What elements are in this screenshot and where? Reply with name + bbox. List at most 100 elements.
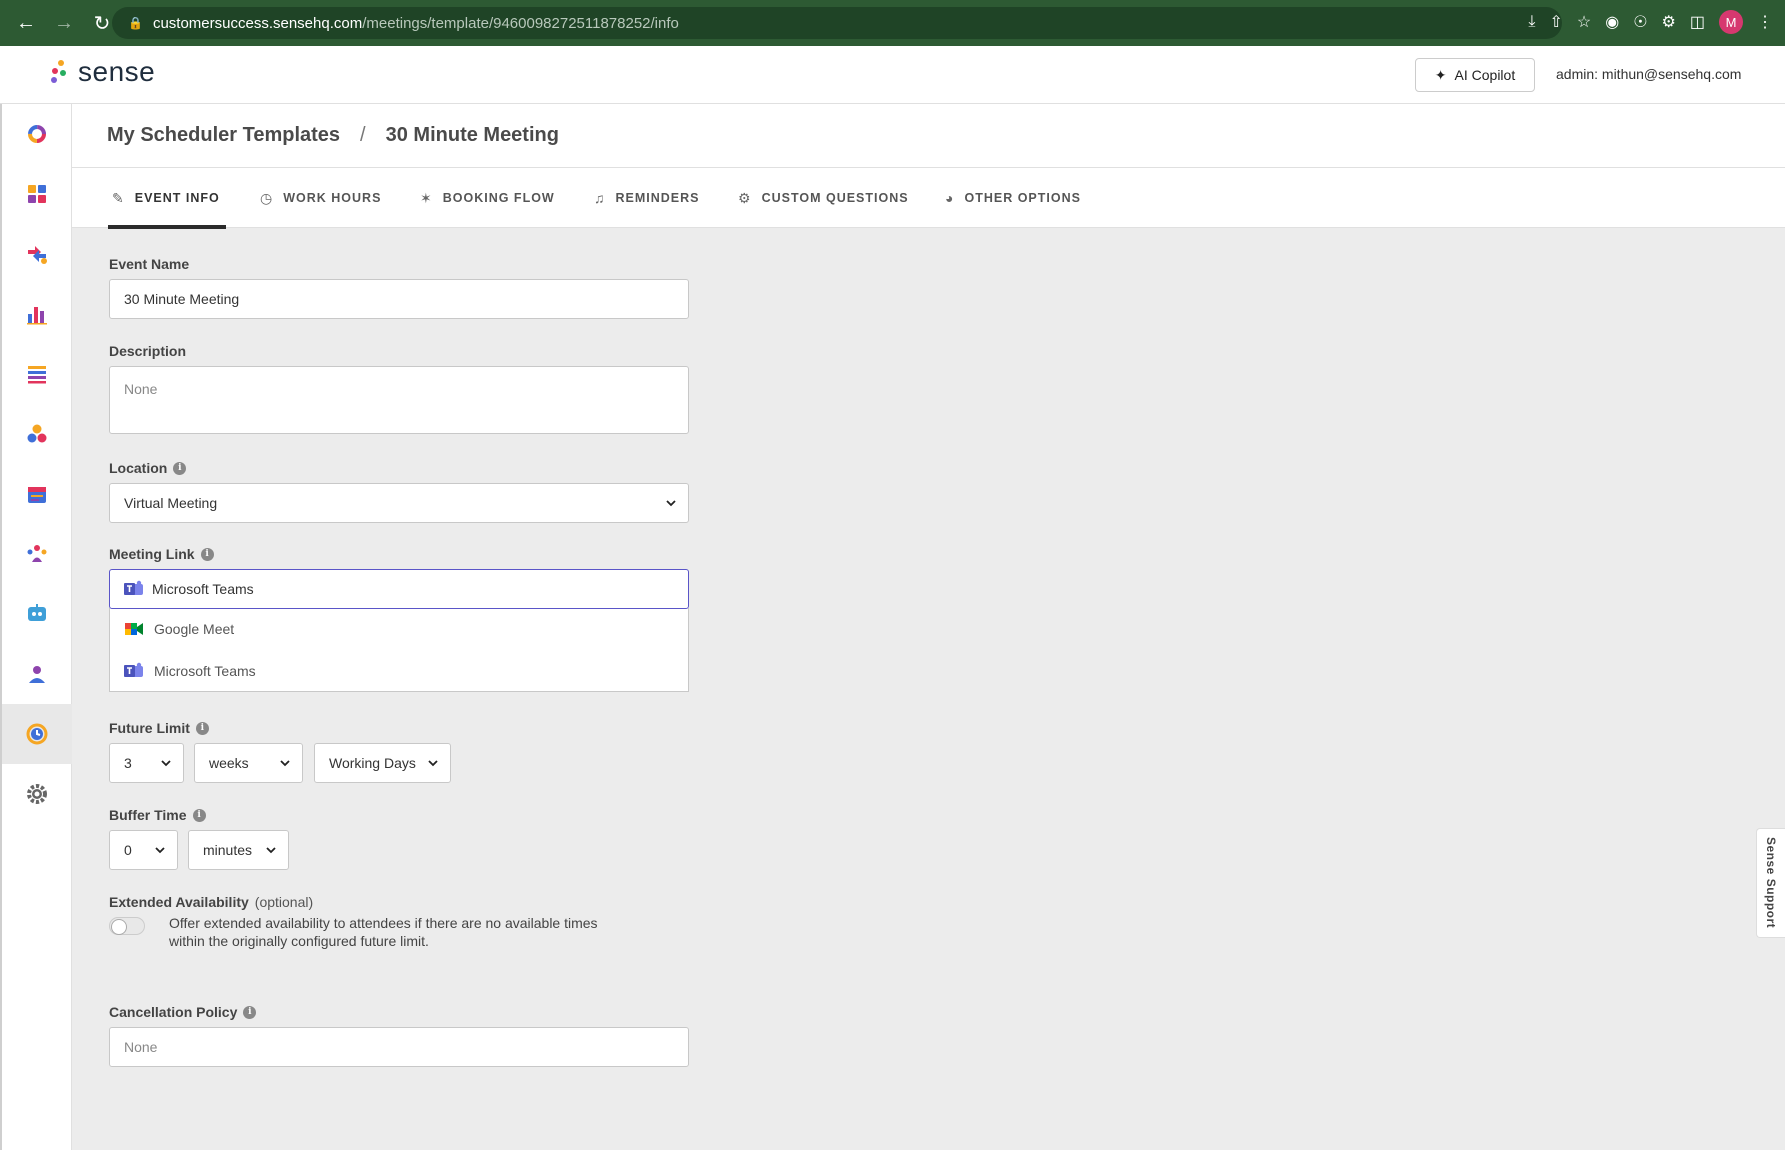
dashboard-grid-icon bbox=[28, 185, 46, 203]
sidebar-item-sync[interactable] bbox=[2, 224, 72, 284]
description-label: Description bbox=[109, 343, 187, 359]
dropdown-option-google-meet[interactable]: Google Meet bbox=[110, 608, 688, 650]
meeting-link-dropdown-list: Google Meet Microsoft Teams bbox=[109, 608, 689, 692]
kebab-menu-icon[interactable]: ⋮ bbox=[1757, 12, 1773, 32]
extended-availability-toggle[interactable] bbox=[109, 917, 145, 935]
tab-work-hours[interactable]: ◷ WORK HOURS bbox=[260, 168, 381, 228]
tab-label: REMINDERS bbox=[615, 191, 700, 205]
sidebar-item-scheduler[interactable] bbox=[2, 704, 72, 764]
meeting-link-select[interactable]: Microsoft Teams bbox=[109, 569, 689, 609]
tab-booking-flow[interactable]: ✶ BOOKING FLOW bbox=[420, 168, 555, 228]
tab-bar: ✎ EVENT INFO ◷ WORK HOURS ✶ BOOKING FLOW… bbox=[72, 168, 1785, 229]
tab-label: CUSTOM QUESTIONS bbox=[761, 191, 909, 205]
future-limit-type-value: Working Days bbox=[329, 755, 416, 771]
sidebar-item-calendar[interactable] bbox=[2, 464, 72, 524]
location-value: Virtual Meeting bbox=[124, 495, 218, 511]
meeting-link-label: Meeting Link i bbox=[109, 546, 214, 562]
sense-support-tab[interactable]: Sense Support bbox=[1756, 828, 1785, 938]
clock-scheduler-icon bbox=[26, 723, 48, 745]
buffer-time-unit-value: minutes bbox=[203, 842, 253, 858]
info-icon[interactable]: i bbox=[192, 808, 206, 822]
tab-label: EVENT INFO bbox=[134, 191, 220, 205]
extended-availability-label: Extended Availability (optional) bbox=[109, 894, 314, 910]
download-icon[interactable]: ⤓ bbox=[1528, 13, 1535, 31]
extension-g-icon[interactable]: ☉ bbox=[1633, 12, 1647, 32]
info-icon[interactable]: i bbox=[200, 547, 214, 561]
sidebar-item-bot[interactable] bbox=[2, 584, 72, 644]
team-icon bbox=[27, 545, 47, 562]
extensions-puzzle-icon[interactable]: ⚙ bbox=[1662, 12, 1676, 32]
description-textarea[interactable]: None bbox=[109, 366, 689, 434]
side-panel-icon[interactable]: ◫ bbox=[1690, 12, 1705, 32]
sidebar-item-dashboard[interactable] bbox=[2, 164, 72, 224]
forward-arrow-icon[interactable]: → bbox=[52, 12, 76, 35]
palette-icon: ◕ bbox=[945, 190, 955, 206]
sidebar-item-settings[interactable] bbox=[2, 764, 72, 824]
cancellation-policy-input[interactable]: None bbox=[109, 1027, 689, 1067]
dropdown-option-microsoft-teams[interactable]: Microsoft Teams bbox=[110, 650, 688, 692]
page-title: 30 Minute Meeting bbox=[385, 124, 559, 146]
logo-dots-icon bbox=[48, 58, 70, 86]
buffer-time-number-value: 0 bbox=[124, 842, 132, 858]
admin-user-label[interactable]: admin: mithun@sensehq.com bbox=[1556, 66, 1741, 82]
profile-avatar[interactable]: M bbox=[1719, 10, 1743, 34]
sense-logo[interactable]: sense bbox=[48, 56, 155, 88]
future-limit-number-value: 3 bbox=[124, 755, 132, 771]
buffer-time-number-select[interactable]: 0 bbox=[109, 830, 178, 870]
event-name-input[interactable]: 30 Minute Meeting bbox=[109, 279, 689, 319]
sidebar-item-analytics[interactable] bbox=[2, 284, 72, 344]
future-limit-type-select[interactable]: Working Days bbox=[314, 743, 451, 783]
tab-other-options[interactable]: ◕ OTHER OPTIONS bbox=[945, 168, 1081, 228]
bell-icon: ♫ bbox=[594, 190, 606, 206]
breadcrumb-parent-link[interactable]: My Scheduler Templates bbox=[107, 124, 340, 147]
tab-label: WORK HOURS bbox=[283, 191, 382, 205]
location-select[interactable]: Virtual Meeting bbox=[109, 483, 689, 523]
info-icon[interactable]: i bbox=[243, 1005, 257, 1019]
tab-event-info[interactable]: ✎ EVENT INFO bbox=[108, 168, 226, 229]
url-host: customersuccess.sensehq.com bbox=[152, 14, 363, 32]
sidebar-item-team[interactable] bbox=[2, 524, 72, 584]
arrows-exchange-icon bbox=[28, 246, 47, 264]
back-arrow-icon[interactable]: ← bbox=[14, 12, 38, 35]
google-meet-icon bbox=[125, 623, 143, 635]
sidebar-item-engage[interactable] bbox=[2, 404, 72, 464]
cancellation-policy-label: Cancellation Policy i bbox=[109, 1004, 257, 1020]
chevron-down-icon bbox=[280, 760, 290, 767]
share-icon[interactable]: ⇧ bbox=[1549, 12, 1562, 32]
extension-circle-icon[interactable]: ◉ bbox=[1605, 12, 1619, 32]
future-limit-unit-select[interactable]: weeks bbox=[194, 743, 303, 783]
three-circles-icon bbox=[27, 424, 47, 443]
sidebar-item-lists[interactable] bbox=[2, 344, 72, 404]
chevron-down-icon bbox=[266, 847, 276, 854]
info-icon[interactable]: i bbox=[195, 721, 209, 735]
list-icon bbox=[28, 366, 46, 384]
clock-icon: ◷ bbox=[260, 189, 274, 206]
chevron-down-icon bbox=[161, 760, 171, 767]
pencil-icon: ✎ bbox=[112, 189, 125, 206]
sidebar-item-contacts[interactable] bbox=[2, 644, 72, 704]
bookmark-star-icon[interactable]: ☆ bbox=[1577, 12, 1591, 32]
location-label: Location i bbox=[109, 460, 187, 476]
person-icon bbox=[29, 666, 45, 683]
sidebar bbox=[0, 104, 72, 1150]
breadcrumb: My Scheduler Templates / 30 Minute Meeti… bbox=[72, 104, 1785, 168]
tab-label: OTHER OPTIONS bbox=[964, 191, 1081, 205]
tab-reminders[interactable]: ♫ REMINDERS bbox=[594, 168, 700, 228]
buffer-time-unit-select[interactable]: minutes bbox=[188, 830, 289, 870]
info-icon[interactable]: i bbox=[173, 461, 187, 475]
tab-custom-questions[interactable]: ⚙ CUSTOM QUESTIONS bbox=[738, 168, 909, 228]
extended-availability-description: Offer extended availability to attendees… bbox=[169, 915, 598, 949]
flow-icon: ✶ bbox=[420, 189, 433, 206]
ring-logo-icon bbox=[28, 125, 46, 143]
lock-icon: 🔒 bbox=[128, 16, 143, 30]
address-bar[interactable]: 🔒 customersuccess.sensehq.com/meetings/t… bbox=[112, 7, 1562, 39]
future-limit-number-select[interactable]: 3 bbox=[109, 743, 184, 783]
reload-icon[interactable]: ↻ bbox=[90, 11, 114, 36]
sidebar-item-home[interactable] bbox=[2, 104, 72, 164]
chatbot-icon bbox=[28, 604, 46, 621]
sparkle-icon: ✦ bbox=[1434, 66, 1447, 83]
option-label: Google Meet bbox=[154, 621, 235, 637]
gear-icon: ⚙ bbox=[738, 189, 752, 206]
future-limit-unit-value: weeks bbox=[209, 755, 249, 771]
ai-copilot-button[interactable]: ✦ AI Copilot bbox=[1415, 58, 1535, 92]
